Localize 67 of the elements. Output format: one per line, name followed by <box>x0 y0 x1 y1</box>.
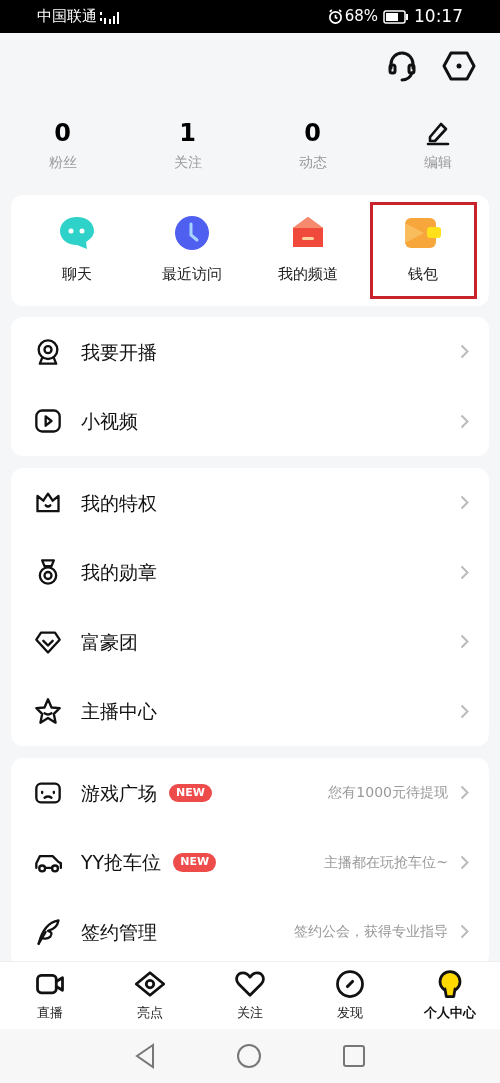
battery-percent: 68% <box>344 6 378 28</box>
chevron-right-icon <box>460 495 469 511</box>
new-badge: NEW <box>169 783 212 802</box>
menu-item[interactable]: 我的特权 <box>11 468 489 538</box>
menu-item[interactable]: 小视频 <box>11 386 489 456</box>
home-icon[interactable] <box>236 1043 262 1069</box>
eye-icon <box>135 968 165 999</box>
shortcut-item[interactable]: 我的频道 <box>254 202 362 299</box>
clock-icon <box>174 215 211 252</box>
nav-tab[interactable]: 个人中心 <box>400 962 500 1029</box>
settings-icon[interactable] <box>442 50 476 82</box>
chevron-right-icon <box>460 344 469 360</box>
menu-label: 游戏广场 <box>81 780 157 806</box>
nav-tab[interactable]: 关注 <box>200 962 300 1029</box>
menu-hint: 您有1000元待提现 <box>328 783 448 803</box>
new-badge: NEW <box>173 853 217 872</box>
menu-label: 富豪团 <box>81 629 138 655</box>
heart-icon <box>235 968 265 999</box>
menu-label: 我的勋章 <box>81 560 157 585</box>
wallet-icon <box>404 217 443 250</box>
shortcut-item[interactable]: 聊天 <box>23 202 131 299</box>
clock-time: 10:17 <box>414 4 463 28</box>
stat-count: 0 <box>304 119 321 147</box>
compass-icon <box>335 968 365 999</box>
signal-icon <box>100 9 122 24</box>
chat-bubble-icon <box>58 215 95 252</box>
menu-item[interactable]: 签约管理 签约公会，获得专业指导 <box>11 897 489 961</box>
chevron-right-icon <box>460 924 469 940</box>
menu-label: 主播中心 <box>81 699 157 724</box>
chevron-right-icon <box>460 634 469 650</box>
carrier-text: 中国联通 <box>37 6 97 28</box>
nav-tab[interactable]: 直播 <box>0 962 100 1029</box>
menu-hint: 主播都在玩抢车位~ <box>324 852 448 872</box>
stat-count: 0 <box>54 119 71 147</box>
chevron-right-icon <box>460 413 469 429</box>
pencil-icon[interactable] <box>424 120 451 146</box>
menu-item[interactable]: 我要开播 <box>11 317 489 387</box>
menu-item[interactable]: 游戏广场 NEW 您有1000元待提现 <box>11 758 489 828</box>
play-icon <box>34 407 62 436</box>
stat-label: 关注 <box>173 153 202 172</box>
headset-icon[interactable] <box>386 50 418 82</box>
menu-item[interactable]: YY抢车位 NEW 主播都在玩抢车位~ <box>11 827 489 897</box>
chevron-right-icon <box>460 703 469 719</box>
menu-item[interactable]: 主播中心 <box>11 676 489 746</box>
star-icon <box>34 697 62 726</box>
nav-tab[interactable]: 亮点 <box>100 962 200 1029</box>
menu-label: 小视频 <box>81 409 138 434</box>
menu-label: 我要开播 <box>81 339 157 365</box>
menu-label: YY抢车位 <box>81 850 162 875</box>
alarm-icon <box>327 9 343 24</box>
chevron-right-icon <box>460 854 469 870</box>
chevron-right-icon <box>460 785 469 801</box>
menu-label: 我的特权 <box>81 490 157 516</box>
menu-label: 签约管理 <box>81 919 157 945</box>
nav-tab[interactable]: 发现 <box>300 962 400 1029</box>
recents-icon[interactable] <box>342 1044 366 1068</box>
shortcut-item[interactable]: 钱包 <box>369 202 477 299</box>
battery-icon <box>383 9 409 24</box>
menu-hint: 签约公会，获得专业指导 <box>294 922 448 942</box>
shortcut-item[interactable]: 最近访问 <box>138 202 246 299</box>
menu-item[interactable]: 我的勋章 <box>11 537 489 607</box>
stat-count: 1 <box>179 119 196 147</box>
back-icon[interactable] <box>134 1043 156 1069</box>
stat-label: 粉丝 <box>48 153 77 172</box>
stat-label: 动态 <box>298 153 327 172</box>
chevron-right-icon <box>460 564 469 580</box>
menu-item[interactable]: 富豪团 <box>11 607 489 677</box>
